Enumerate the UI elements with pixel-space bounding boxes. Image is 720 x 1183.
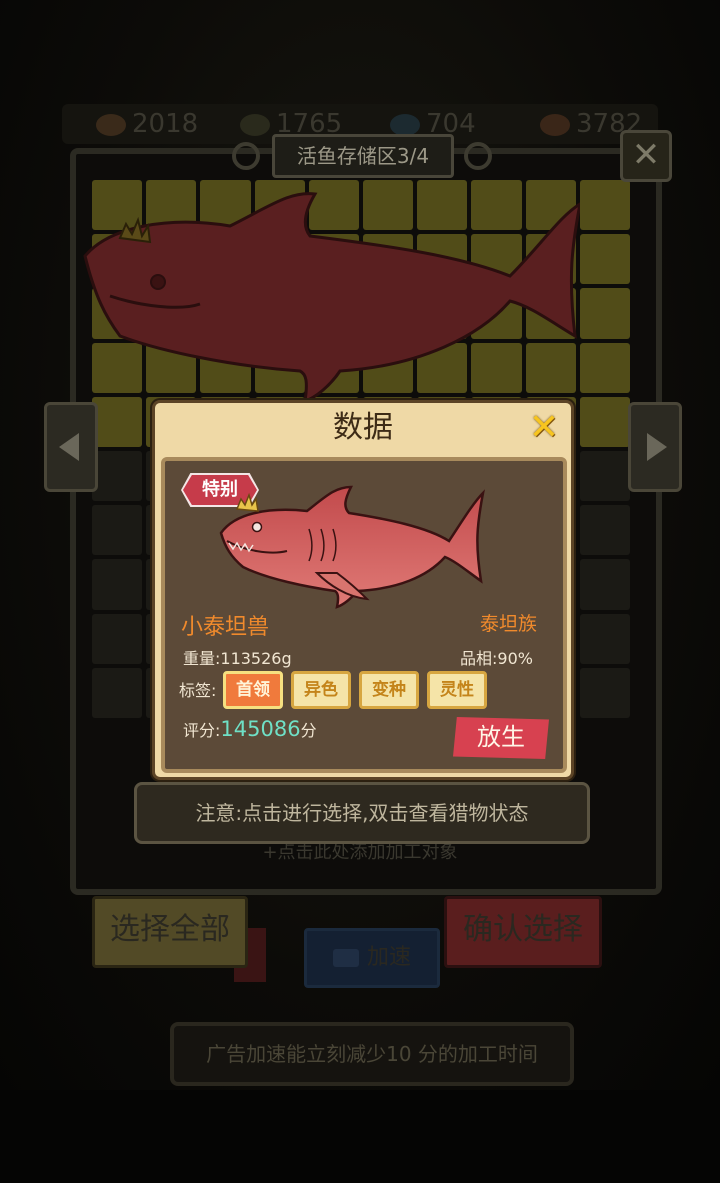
storage-cell[interactable] [579,180,630,231]
tags-label: 标签: [179,681,217,700]
resource-wood-value: 2018 [132,109,199,139]
speed-up-button[interactable]: 加速 [304,928,440,988]
wood-icon [96,113,126,136]
tag-leader[interactable]: 首领 [223,671,283,709]
previous-page-button[interactable] [44,402,98,492]
storage-cell[interactable] [92,559,143,610]
modal-close-button[interactable]: ✕ [527,410,561,446]
score-unit: 分 [300,721,317,740]
storage-cell[interactable] [579,559,630,610]
storage-title: 活鱼存储区3/4 [272,134,454,178]
modal-title: 数据 [333,410,393,445]
select-all-button[interactable]: 选择全部 [92,896,248,968]
meat-icon [540,113,570,136]
resource-wood: 2018 [96,104,198,144]
storage-cell[interactable] [579,613,630,664]
fish-weight: 重量:113526g [183,649,292,668]
fish-icon [390,113,420,136]
video-icon [332,949,359,967]
pipe-ring-right [464,142,492,170]
tag-mutation[interactable]: 变种 [359,671,419,709]
release-button[interactable]: 放生 [453,717,549,759]
storage-cell[interactable] [579,505,630,556]
storage-cell[interactable] [92,451,143,502]
fish-family: 泰坦族 [479,613,537,635]
tag-spirit[interactable]: 灵性 [427,671,487,709]
storage-close-button[interactable]: ✕ [620,130,672,182]
storage-cell[interactable] [92,667,143,718]
shark-image [219,485,485,609]
next-page-button[interactable] [628,402,682,492]
storage-cell[interactable] [579,451,630,502]
coin-icon [240,113,270,136]
tag-variant-color[interactable]: 异色 [291,671,351,709]
chevron-left-icon [59,433,79,461]
fish-name: 小泰坦兽 [181,615,270,640]
pipe-ring-left [232,142,260,170]
storage-cell[interactable] [579,396,630,447]
score-value: 145086 [220,717,301,741]
speed-up-label: 加速 [366,945,411,970]
storage-cell[interactable] [92,505,143,556]
data-modal: 数据 ✕ 特别 小泰坦兽 泰坦族 重量:113526g 品相:90% 标签: 首… [152,400,574,780]
notice-text: 注意:点击进行选择,双击查看猎物状态 [134,782,590,844]
score-label: 评分: [183,721,221,740]
storage-cell[interactable] [579,288,630,339]
background-shark-image[interactable] [80,186,580,406]
storage-cell[interactable] [579,234,630,285]
storage-cell[interactable] [579,342,630,393]
confirm-selection-button[interactable]: 确认选择 [444,896,602,968]
ad-hint-bar: 广告加速能立刻减少10 分的加工时间 [170,1022,574,1086]
chevron-right-icon [647,433,667,461]
storage-cell[interactable] [92,613,143,664]
score-row: 评分:145086分 [183,717,317,741]
modal-body: 特别 小泰坦兽 泰坦族 重量:113526g 品相:90% 标签: 首领 异色 … [161,457,567,773]
storage-cell[interactable] [579,667,630,718]
fish-quality: 品相:90% [460,649,533,668]
